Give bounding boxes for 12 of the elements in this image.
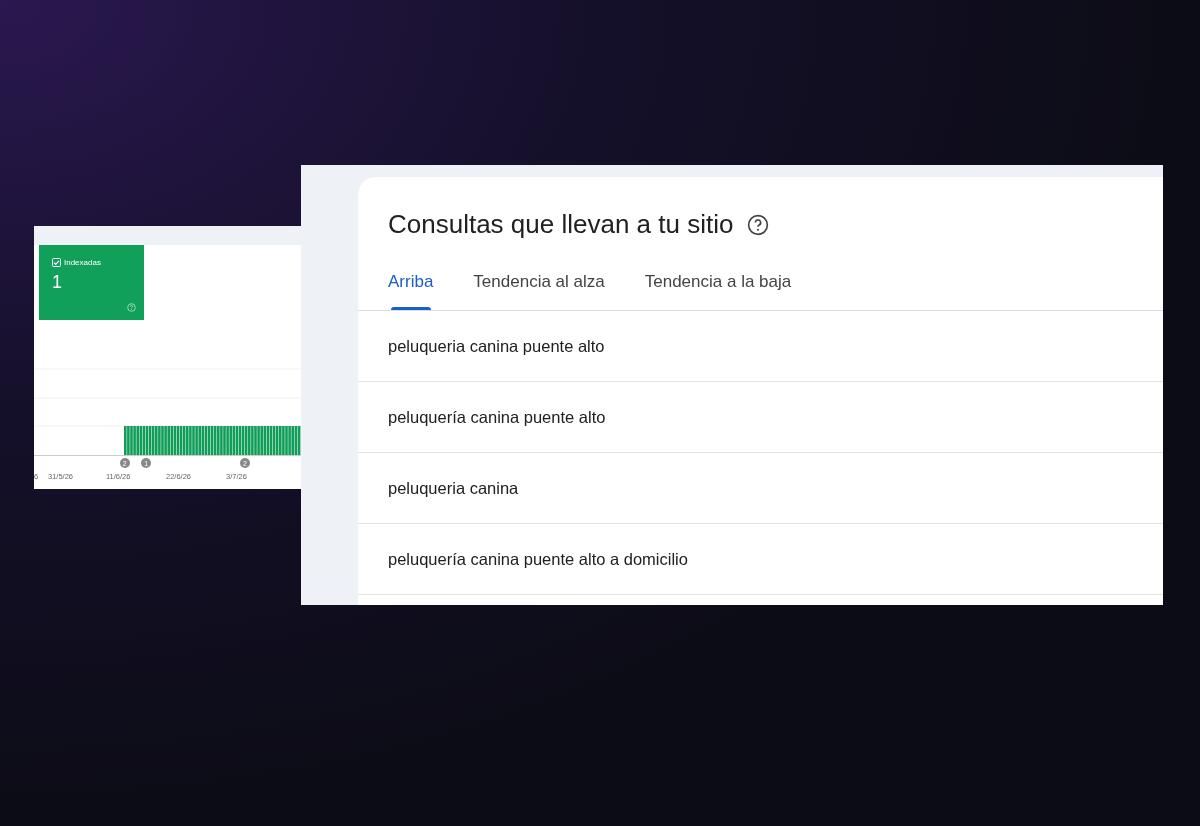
card-count: 1: [52, 272, 63, 293]
query-text[interactable]: peluqueria canina: [388, 478, 519, 498]
card-label: Indexadas: [64, 258, 101, 267]
checkbox[interactable]: [52, 258, 61, 267]
tab[interactable]: Tendencia a la baja: [644, 262, 792, 310]
query-text[interactable]: peluquería canina puente alto: [388, 407, 606, 427]
tab[interactable]: Tendencia al alza: [473, 262, 605, 310]
query-text[interactable]: peluqueria canina puente alto: [388, 336, 605, 356]
tab[interactable]: Arriba: [388, 262, 434, 310]
query-text[interactable]: peluquería canina puente alto a domicilio: [388, 549, 688, 569]
help-icon[interactable]: [747, 213, 770, 236]
panel-title: Consultas que llevan a tu sitio: [388, 209, 734, 240]
